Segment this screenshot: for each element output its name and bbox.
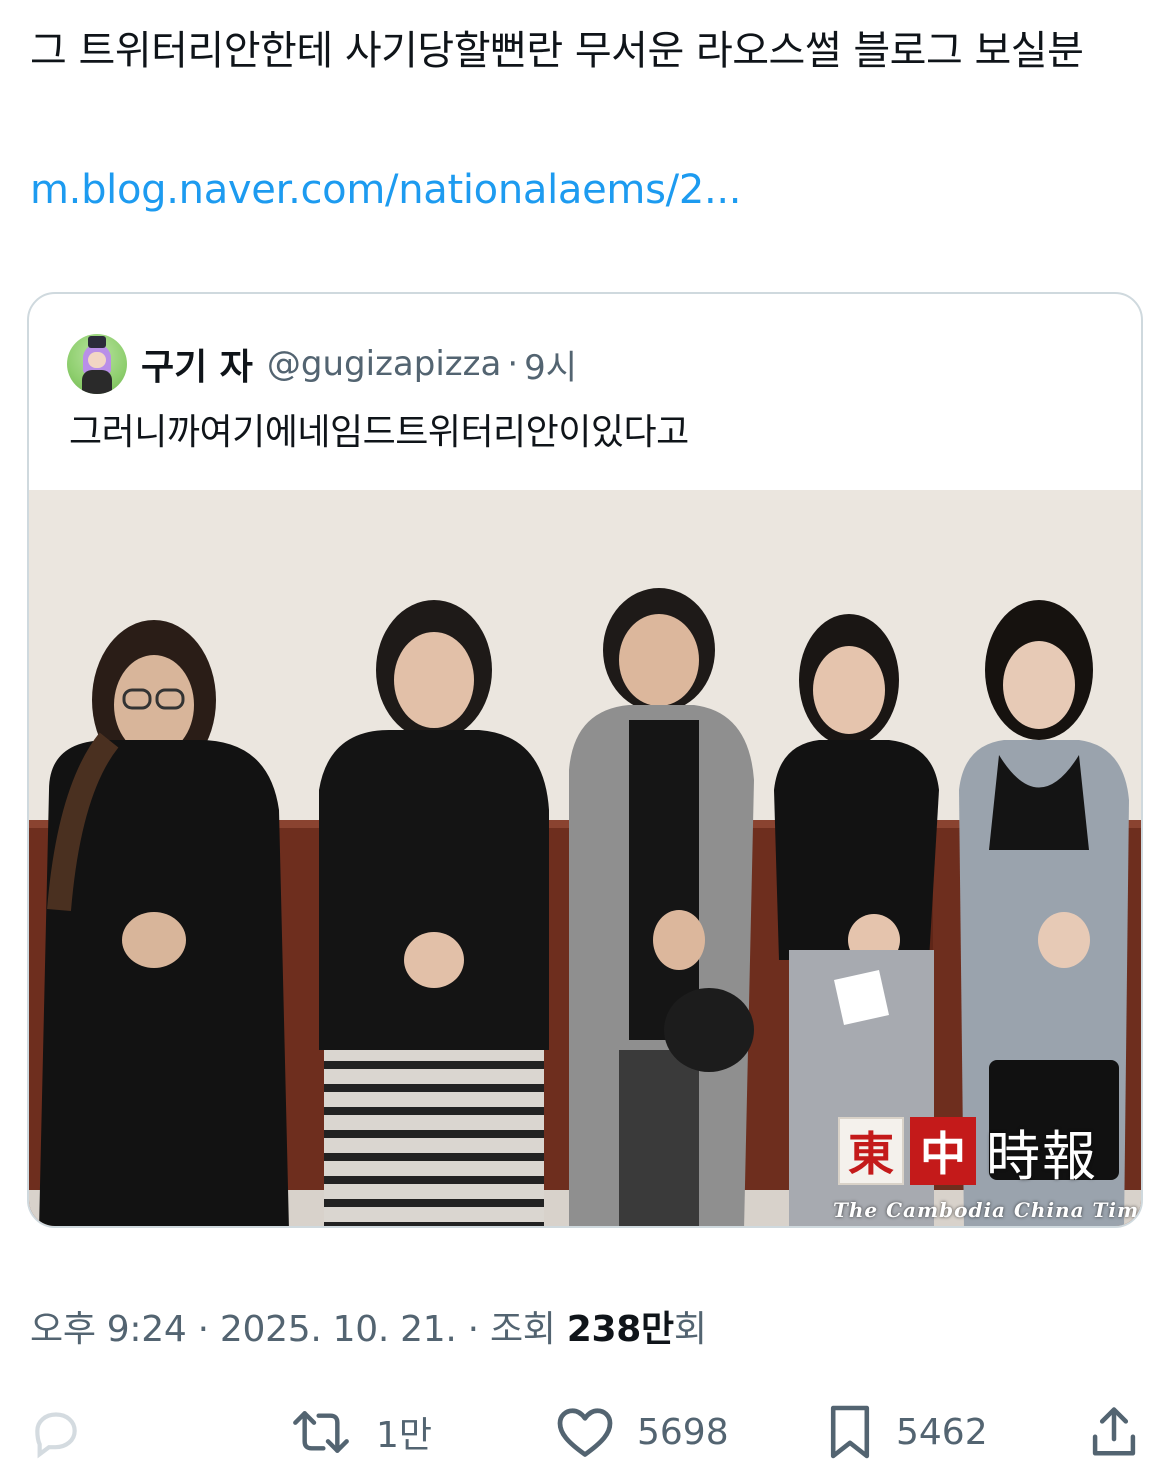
views-suffix: 회: [673, 1309, 707, 1350]
reply-button[interactable]: [28, 1400, 84, 1464]
quoted-tweet[interactable]: 구기 자 @gugizapizza · 9시 그러니까여기에네임드트위터리안이있…: [27, 292, 1143, 1228]
retweet-icon: [288, 1404, 354, 1460]
watermark-subtitle: The Cambodia China Times: [833, 1198, 1143, 1222]
retweet-button[interactable]: 1만: [288, 1400, 432, 1464]
share-icon: [1088, 1403, 1140, 1461]
tweet-meta: 오후 9:24 · 2025. 10. 21. · 조회 238만회: [30, 1300, 707, 1352]
share-button[interactable]: [1088, 1400, 1140, 1464]
watermark-char-3: 時報: [986, 1124, 1098, 1188]
bookmark-icon: [826, 1403, 874, 1461]
reply-icon: [28, 1404, 84, 1460]
retweet-count: 1만: [376, 1415, 433, 1456]
tweet-link[interactable]: m.blog.naver.com/nationalaems/2...: [30, 160, 742, 220]
bookmark-button[interactable]: 5462: [826, 1400, 988, 1464]
views-count: 238만: [566, 1309, 674, 1350]
watermark-char-1: 東: [838, 1117, 904, 1185]
tweet-text: 그 트위터리안한테 사기당할뻔란 무서운 라오스썰 블로그 보실분: [30, 28, 1084, 74]
action-bar: 1만 5698 5462: [0, 1400, 1169, 1464]
photo-watermark: 東 中 時報: [838, 1115, 1098, 1188]
separator-dot: ·: [467, 1309, 479, 1350]
like-count: 5698: [637, 1411, 729, 1453]
separator-dot: ·: [197, 1309, 209, 1350]
tweet-date[interactable]: 2025. 10. 21.: [220, 1309, 457, 1350]
like-button[interactable]: 5698: [555, 1400, 729, 1464]
quoted-author-name[interactable]: 구기 자: [141, 338, 253, 390]
quoted-author-handle[interactable]: @gugizapizza: [267, 344, 501, 384]
tweet: 그 트위터리안한테 사기당할뻔란 무서운 라오스썰 블로그 보실분 m.blog…: [0, 0, 1169, 1466]
views-label: 조회: [489, 1309, 556, 1350]
tweet-time[interactable]: 오후 9:24: [30, 1309, 187, 1350]
avatar[interactable]: [67, 334, 127, 394]
separator-dot: ·: [507, 344, 519, 384]
bookmark-count: 5462: [896, 1411, 988, 1453]
heart-icon: [555, 1404, 615, 1460]
quoted-tweet-photo[interactable]: 東 中 時報 The Cambodia China Times: [29, 490, 1143, 1226]
quoted-tweet-header: 구기 자 @gugizapizza · 9시: [67, 334, 577, 394]
quoted-tweet-text: 그러니까여기에네임드트위터리안이있다고: [69, 412, 689, 453]
watermark-char-2: 中: [910, 1117, 976, 1185]
quoted-tweet-time[interactable]: 9시: [524, 340, 577, 389]
